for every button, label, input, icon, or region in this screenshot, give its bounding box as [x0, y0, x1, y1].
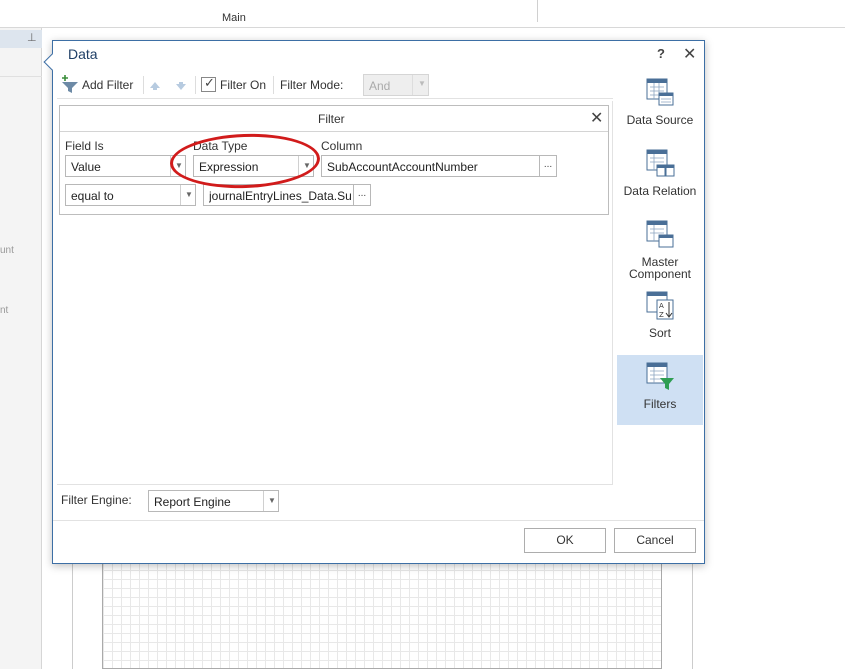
sort-icon: A Z	[645, 290, 675, 320]
combo-divider	[180, 185, 181, 205]
nav-label: Master Component	[628, 255, 692, 281]
toolbar-separator	[143, 76, 144, 94]
tab-main[interactable]: Main	[222, 12, 246, 24]
data-dialog: Data ? ✕ Add Filter ✓ Filter On Filter M…	[43, 40, 705, 564]
filter-engine-bar: Filter Engine: Report Engine ▼	[57, 484, 613, 520]
data-source-icon	[645, 77, 675, 107]
filters-icon	[645, 361, 675, 391]
nav-data-relation[interactable]: Data Relation	[617, 142, 703, 212]
move-up-icon[interactable]	[149, 80, 161, 94]
add-filter-button[interactable]: Add Filter	[82, 78, 133, 92]
filter-mode-label: Filter Mode:	[280, 78, 344, 92]
right-nav-panel: Data Source Data Relation Master Compone…	[615, 71, 704, 519]
filter-mode-value: And	[369, 79, 391, 93]
column-browse-button[interactable]: ...	[539, 155, 557, 177]
dialog-close-button[interactable]: ✕	[683, 44, 696, 64]
chevron-down-icon: ▼	[185, 190, 193, 199]
filter-on-checkbox[interactable]: ✓	[201, 75, 216, 92]
nav-label: Data Relation	[623, 184, 697, 198]
column-value: SubAccountAccountNumber	[327, 160, 478, 174]
filter-engine-label: Filter Engine:	[61, 493, 132, 507]
toolbar-separator	[273, 76, 274, 94]
nav-data-source[interactable]: Data Source	[617, 71, 703, 141]
column-label: Column	[321, 139, 363, 153]
move-down-icon[interactable]	[175, 80, 187, 94]
filter-item-title: Filter	[318, 112, 345, 126]
combo-divider	[412, 75, 413, 95]
dialog-title: Data	[68, 46, 98, 62]
left-panel-divider	[0, 76, 42, 77]
top-divider	[537, 0, 538, 22]
nav-sort[interactable]: A Z Sort	[617, 284, 703, 354]
master-component-icon	[645, 219, 675, 249]
chevron-down-icon: ▼	[268, 496, 276, 505]
add-filter-icon[interactable]	[61, 75, 79, 95]
filter-engine-select[interactable]: Report Engine ▼	[148, 490, 279, 512]
nav-label: Sort	[648, 326, 671, 340]
help-button[interactable]: ?	[657, 46, 665, 61]
expression-value: journalEntryLines_Data.Su	[209, 189, 352, 203]
footer-divider	[53, 520, 704, 521]
condition-select[interactable]: equal to ▼	[65, 184, 196, 206]
filters-content-area: Filter ✕ Field Is Data Type Column Value…	[57, 101, 613, 484]
filter-item-panel: Filter ✕ Field Is Data Type Column Value…	[59, 105, 609, 215]
cancel-button[interactable]: Cancel	[614, 528, 696, 553]
app-top-bar	[0, 0, 845, 28]
report-designer-grid[interactable]	[102, 560, 662, 669]
left-panel-text: unt	[0, 245, 14, 256]
dialog-pointer	[43, 53, 61, 71]
svg-text:A: A	[659, 302, 664, 310]
combo-divider	[263, 491, 264, 511]
ok-button[interactable]: OK	[524, 528, 606, 553]
nav-filters[interactable]: Filters	[617, 355, 703, 425]
filter-on-label[interactable]: Filter On	[220, 78, 266, 92]
filter-engine-value: Report Engine	[154, 495, 231, 509]
nav-label: Data Source	[626, 113, 694, 127]
pin-icon[interactable]: ⊥	[27, 31, 37, 44]
field-is-value: Value	[71, 160, 101, 174]
checkmark-icon: ✓	[204, 75, 215, 90]
left-side-panel	[0, 28, 42, 669]
data-relation-icon	[645, 148, 675, 178]
remove-filter-button[interactable]: ✕	[590, 108, 603, 128]
nav-label: Filters	[643, 397, 677, 411]
column-input[interactable]: SubAccountAccountNumber	[321, 155, 540, 177]
field-is-label: Field Is	[65, 139, 104, 153]
chevron-down-icon: ▼	[418, 79, 426, 88]
svg-text:Z: Z	[659, 311, 664, 319]
field-is-select[interactable]: Value ▼	[65, 155, 186, 177]
filter-item-header[interactable]: Filter ✕	[60, 106, 608, 132]
condition-value: equal to	[71, 189, 114, 203]
nav-master-component[interactable]: Master Component	[617, 213, 703, 283]
filter-mode-select[interactable]: And ▼	[363, 74, 429, 96]
toolbar-separator	[195, 76, 196, 94]
left-panel-text: nt	[0, 305, 9, 316]
filter-toolbar: Add Filter ✓ Filter On Filter Mode: And …	[57, 71, 613, 99]
expression-browse-button[interactable]: ...	[353, 184, 371, 206]
